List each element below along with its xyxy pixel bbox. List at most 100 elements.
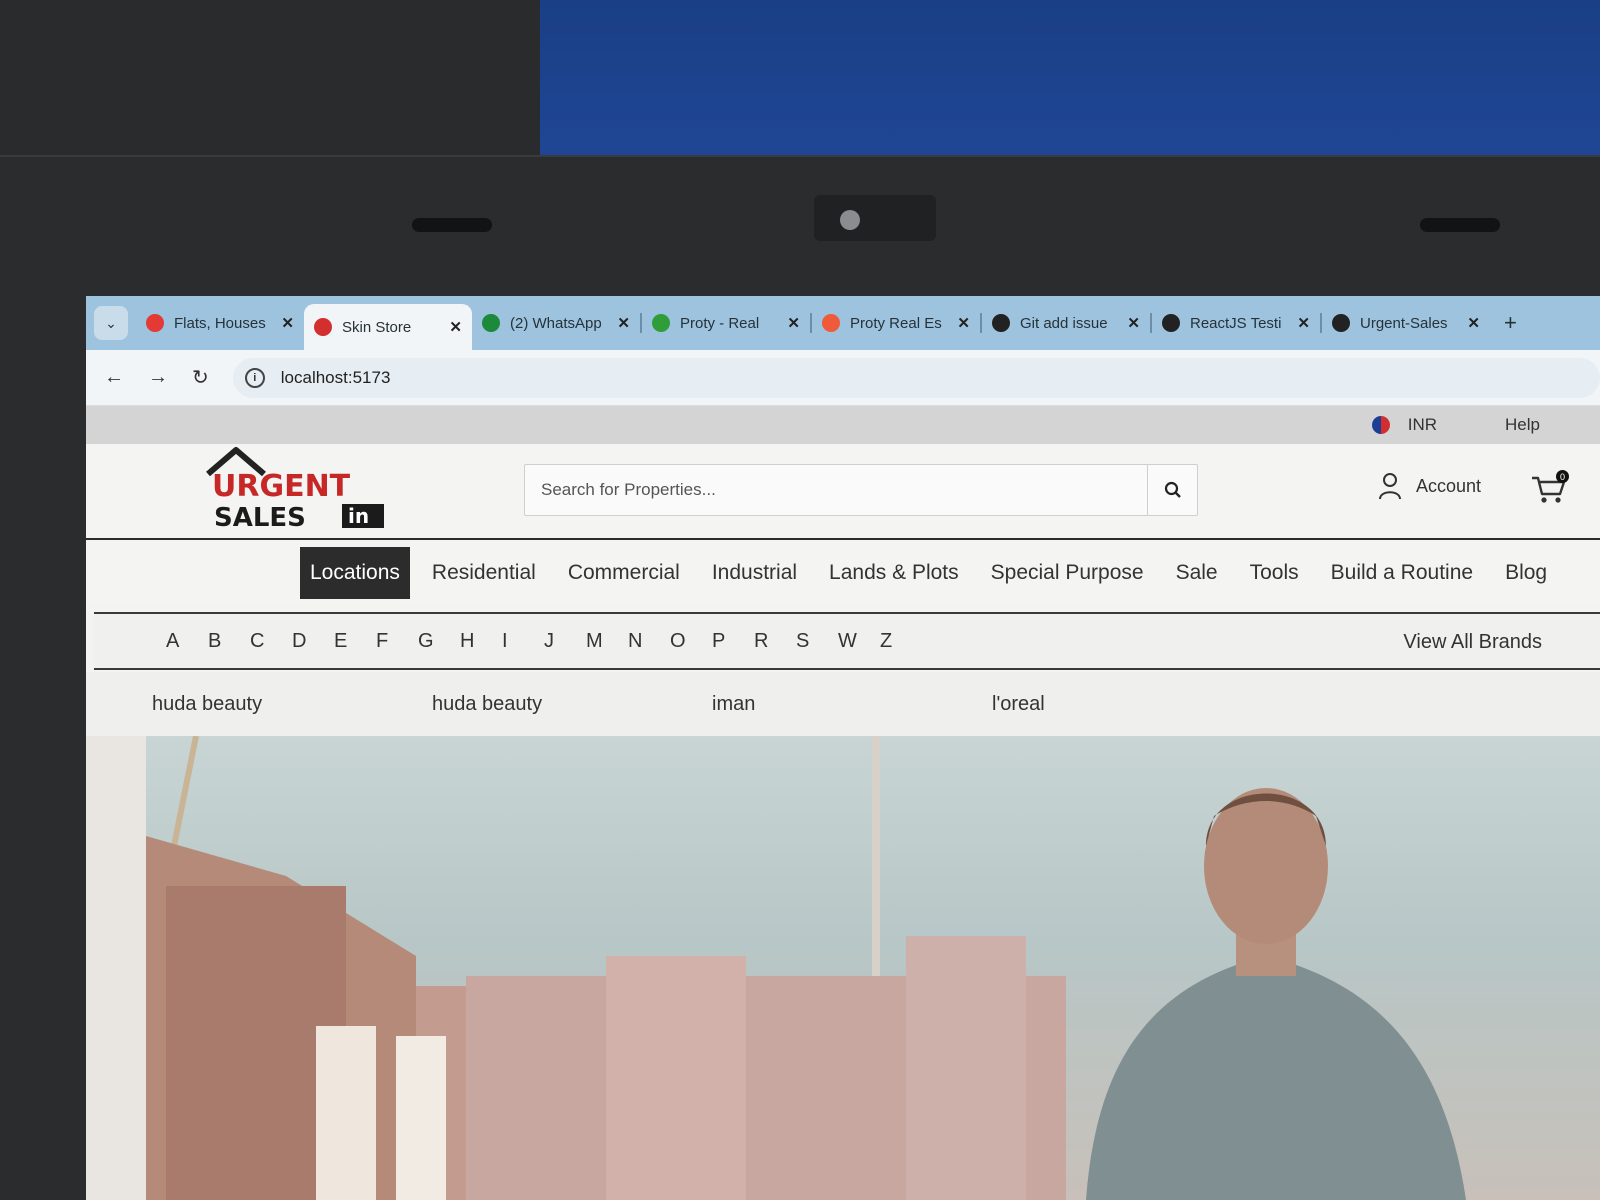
- alphabet-letter[interactable]: N: [628, 630, 670, 653]
- close-tab-icon[interactable]: ✕: [281, 314, 294, 332]
- site-info-icon[interactable]: i: [244, 367, 265, 388]
- main-nav: Locations Residential Commercial Industrial…: [86, 540, 1600, 606]
- nav-item[interactable]: Residential: [422, 547, 546, 599]
- tab-title: Flats, Houses: [174, 314, 266, 332]
- site-header: URGENT SALES in Account: [86, 444, 1600, 540]
- favicon-icon: [822, 314, 840, 332]
- alphabet-letter[interactable]: O: [670, 630, 712, 653]
- help-link[interactable]: Help: [1505, 415, 1540, 435]
- nav-item[interactable]: Blog: [1495, 547, 1557, 599]
- favicon-icon: [314, 318, 332, 336]
- brand-alphabet-filter: ABCDEFGHIJMNOPRSWZ View All Brands: [94, 612, 1600, 670]
- alphabet-letter[interactable]: J: [544, 630, 586, 653]
- logo-text-urgent: URGENT: [212, 469, 351, 504]
- browser-tab[interactable]: (2) WhatsApp ✕: [472, 303, 640, 343]
- alphabet-letter[interactable]: S: [796, 630, 838, 653]
- browser-tab[interactable]: Proty Real Es ✕: [812, 303, 980, 343]
- nav-item[interactable]: Special Purpose: [981, 547, 1154, 599]
- speaker-grill-left: [412, 218, 492, 232]
- favicon-icon: [1332, 314, 1350, 332]
- favicon-icon: [482, 314, 500, 332]
- nav-item[interactable]: Tools: [1240, 547, 1309, 599]
- chevron-down-icon: ⌄: [105, 314, 117, 331]
- url-text[interactable]: localhost:5173: [281, 368, 391, 388]
- alphabet-letter[interactable]: M: [586, 630, 628, 653]
- brand-link[interactable]: iman: [712, 693, 992, 716]
- alphabet-letter[interactable]: D: [292, 630, 334, 653]
- back-arrow-icon[interactable]: ←: [104, 366, 124, 389]
- webcam-lens: [840, 210, 860, 230]
- search-input[interactable]: [525, 465, 1147, 515]
- view-all-brands-link[interactable]: View All Brands: [1403, 631, 1542, 654]
- reload-icon[interactable]: ↻: [192, 365, 209, 390]
- nav-item[interactable]: Commercial: [558, 547, 690, 599]
- favicon-icon: [146, 314, 164, 332]
- alphabet-letter[interactable]: G: [418, 630, 460, 653]
- forward-arrow-icon[interactable]: →: [148, 366, 168, 389]
- tab-title: Skin Store: [342, 318, 412, 336]
- browser-tab[interactable]: Flats, Houses ✕: [136, 303, 304, 343]
- tab-title: Urgent-Sales: [1360, 314, 1448, 332]
- address-bar[interactable]: i localhost:5173: [232, 357, 1600, 398]
- close-tab-icon[interactable]: ✕: [617, 314, 630, 332]
- urgent-sales-logo[interactable]: URGENT SALES in: [204, 446, 404, 532]
- background-blue-panel: [540, 0, 1600, 170]
- close-tab-icon[interactable]: ✕: [957, 314, 970, 332]
- favicon-icon: [1162, 314, 1180, 332]
- search-button[interactable]: [1147, 465, 1197, 515]
- tab-title: ReactJS Testi: [1190, 314, 1282, 332]
- speaker-grill-right: [1420, 218, 1500, 232]
- favicon-icon: [652, 314, 670, 332]
- currency-selector[interactable]: INR: [1408, 415, 1437, 435]
- alphabet-letter[interactable]: R: [754, 630, 796, 653]
- tab-search-button[interactable]: ⌄: [94, 306, 128, 340]
- alphabet-letter[interactable]: B: [208, 630, 250, 653]
- brand-link[interactable]: huda beauty: [152, 693, 432, 716]
- browser-tab[interactable]: Proty - Real ✕: [642, 303, 810, 343]
- tab-title: Proty Real Es: [850, 314, 942, 332]
- nav-item[interactable]: Industrial: [702, 547, 807, 599]
- letter-list: ABCDEFGHIJMNOPRSWZ: [166, 630, 922, 653]
- search-bar: [524, 464, 1198, 516]
- browser-tab[interactable]: Git add issue ✕: [982, 303, 1150, 343]
- brand-link[interactable]: huda beauty: [432, 693, 712, 716]
- laptop-screen: ⌄ Flats, Houses ✕ Skin Store ✕ (2) WhatsApp ✕…: [86, 296, 1600, 1200]
- flag-icon: [1371, 416, 1390, 434]
- tab-title: (2) WhatsApp: [510, 314, 602, 332]
- close-tab-icon[interactable]: ✕: [787, 314, 800, 332]
- tab-list: Flats, Houses ✕ Skin Store ✕ (2) WhatsApp ✕ Pr…: [136, 296, 1490, 350]
- cart-count-badge: 0: [1556, 470, 1569, 483]
- brand-list: huda beauty huda beauty iman l'oreal: [86, 672, 1600, 736]
- account-link[interactable]: Account: [1378, 472, 1481, 500]
- browser-tab[interactable]: Skin Store ✕: [304, 304, 472, 350]
- brand-link[interactable]: l'oreal: [992, 693, 1272, 716]
- alphabet-letter[interactable]: W: [838, 630, 880, 653]
- nav-item[interactable]: Sale: [1166, 547, 1228, 599]
- hero-banner-image: [86, 736, 1600, 1200]
- background-wall: [0, 0, 540, 170]
- browser-tab[interactable]: Urgent-Sales ✕: [1322, 303, 1490, 343]
- close-tab-icon[interactable]: ✕: [1127, 314, 1140, 332]
- new-tab-button[interactable]: +: [1504, 310, 1517, 336]
- alphabet-letter[interactable]: C: [250, 630, 292, 653]
- browser-toolbar: ← → ↻ i localhost:5173: [86, 350, 1600, 406]
- user-icon: [1379, 473, 1401, 500]
- logo-text-in: in: [348, 504, 369, 528]
- alphabet-letter[interactable]: Z: [880, 630, 922, 653]
- utility-bar: INR Help: [86, 406, 1600, 444]
- alphabet-letter[interactable]: F: [376, 630, 418, 653]
- browser-tab-strip: ⌄ Flats, Houses ✕ Skin Store ✕ (2) WhatsApp ✕…: [86, 296, 1600, 350]
- browser-tab[interactable]: ReactJS Testi ✕: [1152, 303, 1320, 343]
- alphabet-letter[interactable]: H: [460, 630, 502, 653]
- close-tab-icon[interactable]: ✕: [1467, 314, 1480, 332]
- alphabet-letter[interactable]: P: [712, 630, 754, 653]
- nav-item[interactable]: Build a Routine: [1321, 547, 1483, 599]
- nav-item[interactable]: Lands & Plots: [819, 547, 969, 599]
- alphabet-letter[interactable]: E: [334, 630, 376, 653]
- alphabet-letter[interactable]: A: [166, 630, 208, 653]
- account-label: Account: [1416, 475, 1482, 496]
- nav-item[interactable]: Locations: [300, 547, 410, 599]
- alphabet-letter[interactable]: I: [502, 630, 544, 653]
- close-tab-icon[interactable]: ✕: [1297, 314, 1310, 332]
- close-tab-icon[interactable]: ✕: [449, 318, 462, 336]
